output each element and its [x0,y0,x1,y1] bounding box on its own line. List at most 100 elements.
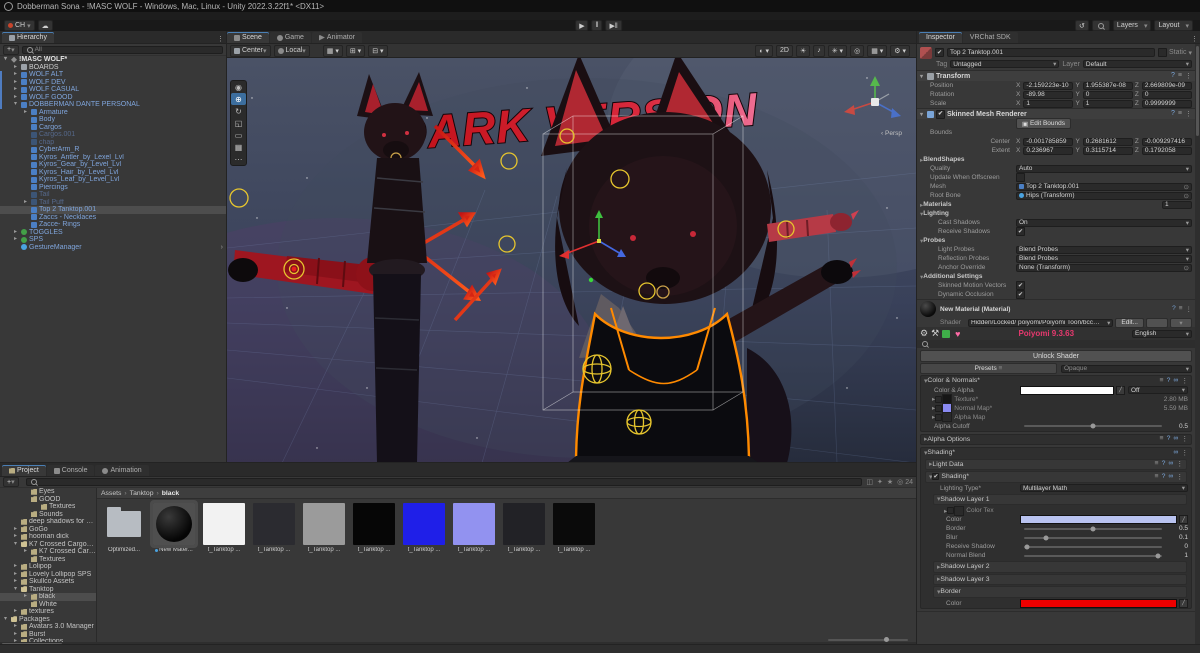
project-search-input[interactable] [26,478,863,486]
effects-dropdown[interactable]: ✳ ▾ [828,45,847,57]
y-field[interactable]: 0.2681612 [1083,138,1133,146]
cast-shadows-dropdown[interactable]: On▾ [1016,219,1192,227]
y-field[interactable]: 0.3115714 [1083,147,1133,155]
component-menu-icon[interactable]: ⋮ [1185,110,1192,118]
skinned-motion-vectors-checkbox[interactable]: ✔ [1016,281,1025,290]
asset-item[interactable]: t_Tanktop ... [251,503,297,553]
project-folder-item[interactable]: ▸ textures [0,608,96,616]
foldout-arrow-icon[interactable]: ▸ [14,623,21,631]
y-field[interactable]: 1.955387e-08 [1083,82,1133,90]
asset-thumbnail[interactable] [153,503,195,545]
z-field[interactable]: -0.009297416 [1142,138,1192,146]
search-by-type-icon[interactable]: ◫ [866,478,873,486]
shading-sub-header[interactable]: ▾✔ Shading* ≡?∞⋮ [925,471,1187,483]
normal-blend-slider[interactable] [1024,555,1162,557]
texture-checkbox[interactable] [935,396,942,403]
step-button[interactable]: ▶‖ [606,20,622,31]
z-field[interactable]: 0.9999999 [1142,100,1192,108]
receive-shadow-slider[interactable] [1024,546,1162,548]
asset-item[interactable]: t_Tanktop ... [201,503,247,553]
light-data-header[interactable]: ▸Light Data ≡?∞⋮ [925,459,1187,471]
hierarchy-item[interactable]: Kyros_Antler_by_Lexel_Lvl [0,154,226,162]
color-alpha-mode-dropdown[interactable]: Off▾ [1128,386,1188,394]
hierarchy-item[interactable]: CyberArm_R [0,146,226,154]
bottom-panel-tab[interactable]: Animation [95,465,148,476]
hierarchy-item[interactable]: Kyros_Gear_by_Level_Lvl [0,161,226,169]
thry-editor-icon[interactable] [942,330,950,338]
project-folder-item[interactable]: ▸ black [0,593,96,601]
foldout-arrow-icon[interactable]: ▸ [14,578,21,586]
tag-dropdown[interactable]: Untagged▾ [950,60,1059,68]
z-field[interactable]: 0.1792058 [1142,147,1192,155]
move-tool-button[interactable]: ⊕ [231,93,246,105]
dynamic-occlusion-checkbox[interactable]: ✔ [1016,290,1025,299]
layers-dropdown[interactable]: Layers ▾ [1113,20,1152,31]
asset-thumbnail[interactable] [403,503,445,545]
search-button[interactable] [1092,20,1110,31]
shader-lock-button[interactable] [1146,318,1168,328]
project-folder-item[interactable]: ▸ GoGo [0,526,96,534]
alpha-map-checkbox[interactable] [935,414,942,421]
eyedropper-icon[interactable]: ╱ [1179,599,1188,608]
favorites-icon[interactable]: ★ [887,478,893,486]
scene-view-tab[interactable]: Scene [227,32,269,43]
tool-space-dropdown[interactable]: Local ▾ [274,45,310,57]
foldout-arrow-icon[interactable]: ▾ [14,101,21,109]
lighting-type-dropdown[interactable]: Multilayer Math▾ [1020,484,1188,492]
foldout-arrow-icon[interactable]: ▸ [14,79,21,87]
shader-search-icon[interactable] [922,341,928,347]
hierarchy-item[interactable]: ▸ WOLF GOOD [0,94,226,102]
materials-count-field[interactable]: 1 [1162,201,1192,209]
y-field[interactable]: 0 [1083,91,1133,99]
tool-pivot-dropdown[interactable]: Center ▾ [230,45,271,57]
rotate-tool-button[interactable]: ↻ [231,105,246,117]
hierarchy-item[interactable]: chap [0,139,226,147]
rootbone-object-field[interactable]: Hips (Transform) ⊙ [1016,192,1192,200]
link-icon[interactable]: ∞ [1173,377,1178,385]
pause-button[interactable]: ‖ [592,20,603,31]
tab-vrchat-sdk[interactable]: VRChat SDK [963,32,1018,43]
transform-tool-button[interactable]: ▦ [231,141,246,153]
cloud-button[interactable]: ☁ [38,20,53,31]
asset-thumbnail[interactable] [503,503,545,545]
lighting-toggle[interactable]: ☀ [796,45,810,57]
blur-slider[interactable] [1024,537,1162,539]
asset-item[interactable]: t_Tanktop ... [501,503,547,553]
materials-foldout[interactable]: Materials [923,201,951,208]
foldout-arrow-icon[interactable]: ▾ [14,586,21,594]
poiyomi-tools-icon[interactable]: ⚒ [931,328,939,339]
hierarchy-item[interactable]: Zaccs - Necklaces [0,214,226,222]
language-dropdown[interactable]: English▾ [1132,330,1192,338]
foldout-arrow-icon[interactable]: ▸ [14,236,21,244]
project-folder-item[interactable]: Sounds [0,511,96,519]
project-folder-item[interactable]: GOOD [0,496,96,504]
asset-item[interactable]: t_Tanktop ... [551,503,597,553]
support-heart-icon[interactable]: ♥ [955,329,960,339]
static-dropdown-icon[interactable]: ▾ [1188,49,1192,57]
foldout-arrow-icon[interactable]: ▸ [24,548,31,556]
y-field[interactable]: 1 [1083,100,1133,108]
increment-snap-dropdown[interactable]: ⊞ ▾ [346,45,365,57]
help-icon[interactable]: ? [1171,110,1175,118]
z-field[interactable]: 0 [1142,91,1192,99]
foldout-arrow-icon[interactable]: ▸ [14,526,21,534]
foldout-arrow-icon[interactable]: ▸ [14,229,21,237]
project-folder-item[interactable]: ▾ Packages [0,616,96,624]
presets-button[interactable]: Presets ≡ [920,363,1057,374]
scene-visibility-toggle[interactable]: ◎ [850,45,864,57]
project-folder-item[interactable]: ▸ Avatars 3.0 Manager [0,623,96,631]
material-preview-sphere[interactable] [920,301,936,317]
light-probes-dropdown[interactable]: Blend Probes▾ [1016,246,1192,254]
project-folder-item[interactable]: ▸ K7 Crossed Cargos Mat [0,548,96,556]
layer-dropdown[interactable]: Default▾ [1083,60,1192,68]
project-folder-item[interactable]: ▾ Tanktop [0,586,96,594]
foldout-arrow-icon[interactable]: ▸ [14,64,21,72]
shadow-layer-1-header[interactable]: ▾Shadow Layer 1 [933,494,1187,506]
z-field[interactable]: 2.669809e-09 [1142,82,1192,90]
tab-inspector[interactable]: Inspector [919,32,962,43]
inspector-scrollbar[interactable] [1195,44,1200,644]
help-icon[interactable]: ? [1171,72,1175,80]
probes-foldout[interactable]: Probes [923,237,945,244]
grid-visibility-dropdown[interactable]: ▦ ▾ [867,45,887,57]
hierarchy-item[interactable]: Piercings [0,184,226,192]
